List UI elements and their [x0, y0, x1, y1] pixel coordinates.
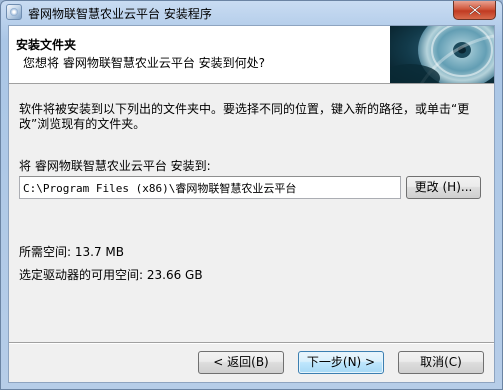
installer-window: 睿网物联智慧农业云平台 安装程序 安装文件夹 您想将 睿网物联智慧农业云平台 安…	[0, 0, 503, 390]
dialog-client-area: 安装文件夹 您想将 睿网物联智慧农业云平台 安装到何处? 软件将被安装到以下列出…	[8, 25, 495, 383]
space-available-text: 选定驱动器的可用空间: 23.66 GB	[19, 268, 203, 282]
cd-disc-graphic	[390, 26, 494, 83]
description-text: 软件将被安装到以下列出的文件夹中。要选择不同的位置，键入新的路径，或单击“更改”…	[19, 102, 470, 131]
destination-path-input[interactable]	[19, 176, 401, 199]
footer-divider	[9, 342, 494, 344]
cancel-button[interactable]: 取消(C)	[398, 351, 484, 374]
back-button[interactable]: < 返回(B)	[198, 351, 284, 374]
title-bar[interactable]: 睿网物联智慧农业云平台 安装程序	[1, 1, 502, 25]
browse-button[interactable]: 更改 (H)...	[406, 176, 481, 199]
close-icon	[469, 5, 481, 15]
installer-icon	[6, 4, 22, 20]
page-title: 安装文件夹	[16, 38, 77, 52]
next-button[interactable]: 下一步(N) >	[298, 351, 384, 374]
space-required-text: 所需空间: 13.7 MB	[19, 245, 124, 259]
header-panel: 安装文件夹 您想将 睿网物联智慧农业云平台 安装到何处?	[9, 26, 494, 84]
close-button[interactable]	[453, 1, 496, 20]
destination-label: 将 睿网物联智慧农业云平台 安装到:	[19, 159, 211, 173]
page-subtitle: 您想将 睿网物联智慧农业云平台 安装到何处?	[23, 56, 265, 70]
body-panel: 软件将被安装到以下列出的文件夹中。要选择不同的位置，键入新的路径，或单击“更改”…	[9, 84, 494, 342]
window-title: 睿网物联智慧农业云平台 安装程序	[28, 7, 212, 21]
